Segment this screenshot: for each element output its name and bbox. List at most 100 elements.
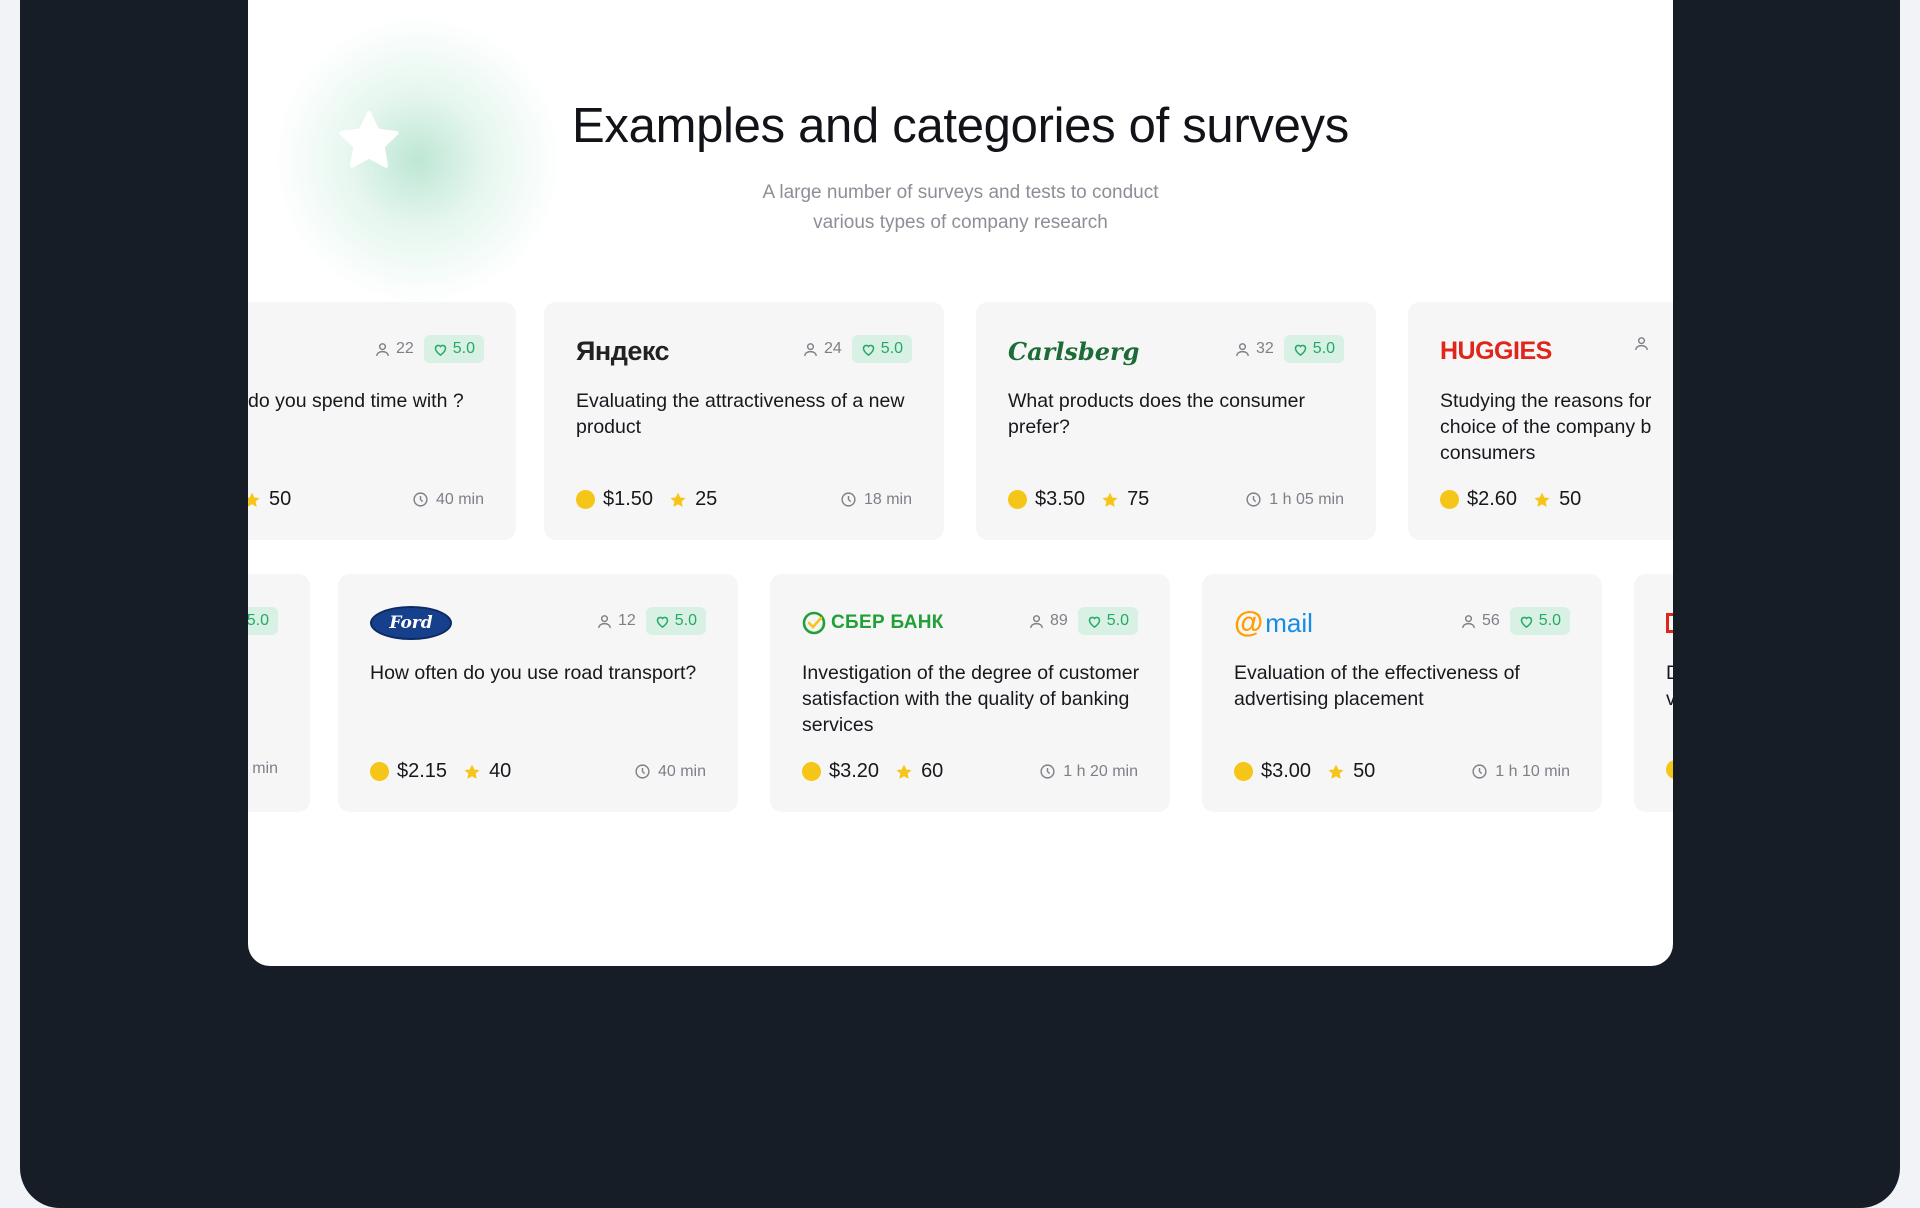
survey-card[interactable]: Carlsberg 32 5.0 What products does the …	[976, 302, 1376, 540]
star-icon	[464, 764, 480, 779]
survey-question: Investigation of the degree of customer …	[802, 662, 1140, 736]
brand-logo	[1666, 604, 1673, 642]
survey-card[interactable]: СБЕР БАНК 89 5.0 Investigation of the de…	[770, 574, 1170, 812]
heart-icon	[1088, 616, 1101, 628]
coin-icon	[576, 490, 595, 509]
ford-logo: Ford	[370, 604, 452, 642]
survey-question: Studying the reasons for choice of the c…	[1440, 390, 1652, 464]
reward-price: $3.20	[802, 760, 879, 783]
rating-badge: 5.0	[851, 335, 912, 363]
points: 50	[1533, 488, 1581, 511]
section-subtitle: A large number of surveys and tests to c…	[762, 182, 1159, 233]
survey-card[interactable]: HUGGIES Studying the reasons for choice …	[1408, 302, 1673, 540]
user-icon	[1635, 337, 1648, 350]
card-meta: 22 5.0	[374, 335, 484, 363]
survey-card[interactable]: D v	[1634, 574, 1673, 812]
survey-card[interactable]: @ mail 56 5.0 Evaluation of the effectiv…	[1202, 574, 1602, 812]
rating-badge: 5.0	[645, 607, 706, 635]
respondents-count: 12	[617, 612, 636, 629]
duration: 1 h 10 min	[1471, 763, 1570, 781]
card-meta	[1633, 335, 1650, 352]
user-icon	[804, 342, 817, 356]
heart-icon	[434, 344, 447, 356]
surveys-section: Examples and categories of surveys A lar…	[248, 0, 1673, 966]
duration: 1 h 05 min	[1245, 491, 1344, 509]
duration: 1 h 20 min	[1039, 763, 1138, 781]
mail-logo: @ mail	[1234, 606, 1313, 639]
coin-icon	[1440, 490, 1459, 509]
survey-question: do you spend time with ?	[248, 390, 464, 412]
survey-card[interactable]: Яндекс 24 5.0 Evaluating the attractiven…	[544, 302, 944, 540]
respondents-count: 24	[823, 340, 842, 357]
survey-question: Evaluation of the effectiveness of adver…	[1234, 662, 1520, 710]
duration: 40 min	[412, 491, 484, 509]
sberbank-logo: СБЕР БАНК	[802, 604, 944, 642]
rating-badge: 5.0	[1283, 335, 1344, 363]
clock-icon	[1040, 764, 1055, 779]
rating-badge: 5.0	[1077, 607, 1138, 635]
rating-badge: 5.0	[423, 335, 484, 363]
carlsberg-logo: Carlsberg	[1008, 336, 1140, 366]
star-icon	[1534, 492, 1550, 507]
points: 75	[1101, 488, 1149, 511]
survey-question: Evaluating the attractiveness of a new p…	[576, 390, 905, 438]
duration: 18 min	[840, 491, 912, 509]
survey-question: What products does the consumer prefer?	[1008, 390, 1305, 438]
card-meta: 5.0	[248, 607, 278, 635]
star-icon	[1328, 764, 1344, 779]
reward-price: $1.50	[576, 488, 653, 511]
rating-badge: 5.0	[1509, 607, 1570, 635]
heart-icon	[1294, 344, 1307, 356]
card-meta: 24 5.0	[802, 335, 912, 363]
points: 50	[248, 488, 291, 511]
respondents-count: 56	[1481, 612, 1500, 629]
respondents-count: 22	[395, 340, 414, 357]
heart-icon	[862, 344, 875, 356]
star-icon	[670, 492, 686, 507]
reward-price: $3.00	[1234, 760, 1311, 783]
survey-card[interactable]: 22 5.0 do you spend time with ? 50 40 mi…	[248, 302, 516, 540]
coin-icon	[802, 762, 821, 781]
heart-icon	[1520, 616, 1533, 628]
clock-icon	[635, 764, 650, 779]
card-meta: 12 5.0	[596, 607, 706, 635]
user-icon	[1462, 614, 1475, 628]
huggies-logo: HUGGIES	[1440, 336, 1552, 365]
survey-card[interactable]: Ford 12 5.0 How often do you use road tr…	[338, 574, 738, 812]
user-icon	[1236, 342, 1249, 356]
star-icon	[1102, 492, 1118, 507]
clock-icon	[1472, 764, 1487, 779]
sber-check-icon	[802, 611, 826, 635]
survey-question: How often do you use road transport?	[370, 662, 697, 684]
user-icon	[1030, 614, 1043, 628]
clock-icon	[1246, 492, 1261, 507]
survey-card[interactable]: 5.0 min	[248, 574, 310, 812]
card-meta: 56 5.0	[1460, 607, 1570, 635]
survey-question: D v	[1666, 662, 1673, 710]
coin-icon	[1234, 762, 1253, 781]
star-icon	[248, 492, 260, 507]
yandex-logo: Яндекс	[576, 335, 670, 366]
user-icon	[376, 342, 389, 356]
reward-price: $2.60	[1440, 488, 1517, 511]
duration: 40 min	[634, 763, 706, 781]
points: 40	[463, 760, 511, 783]
coin-icon	[370, 762, 389, 781]
points: 60	[895, 760, 943, 783]
heart-icon	[656, 616, 669, 628]
section-title: Examples and categories of surveys	[572, 99, 1349, 153]
points: 25	[669, 488, 717, 511]
duration: min	[248, 760, 278, 778]
decorative-glow	[268, 10, 568, 310]
clock-icon	[841, 492, 856, 507]
card-meta: 32 5.0	[1234, 335, 1344, 363]
card-meta: 89 5.0	[1028, 607, 1138, 635]
star-icon	[896, 764, 912, 779]
reward-price: $3.50	[1008, 488, 1085, 511]
respondents-count: 89	[1049, 612, 1068, 629]
coin-icon	[1666, 760, 1673, 779]
at-sign-icon: @	[1234, 606, 1264, 639]
reward-price: $2.15	[370, 760, 447, 783]
coin-icon	[1008, 490, 1027, 509]
respondents-count: 32	[1255, 340, 1274, 357]
